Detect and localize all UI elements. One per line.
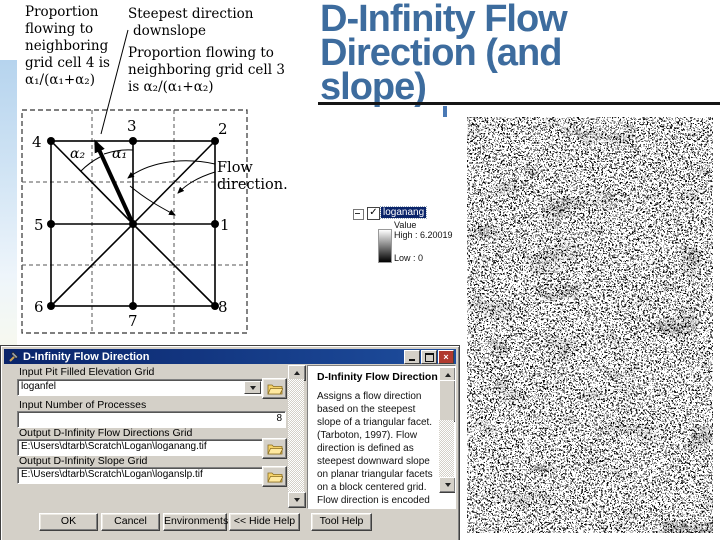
node-label-1: 1 [220,216,230,234]
node-label-6: 6 [34,298,44,316]
flowdir-grid-input[interactable]: E:\Users\dtarb\Scratch\Logan\loganang.ti… [17,439,263,456]
grayscale-color-ramp [378,229,392,263]
expander-minus-icon[interactable] [353,209,364,220]
svg-text:neighboring grid cell 3: neighboring grid cell 3 [128,62,285,78]
field-label-processes: Input Number of Processes [19,399,147,411]
folder-icon [266,444,283,455]
arrow-down-icon [444,483,451,487]
layer-checkbox[interactable]: ✓ [367,207,380,220]
dinf-diagram: Proportion flowing to neighboring grid c… [21,4,288,334]
scrollbar-track[interactable] [288,379,304,492]
help-text: Assigns a flow direction based on the st… [317,391,433,506]
tool-hammer-icon [9,351,19,362]
close-icon: × [443,351,449,362]
flow-direction-label: Flow [217,160,253,176]
close-button[interactable]: × [438,350,454,364]
layer-name[interactable]: loganang [379,206,428,219]
arrow-up-icon [294,371,300,375]
alpha1-label: α₁ [112,146,127,162]
prop-cell3-text: Proportion flowing to [128,45,274,61]
field-label-pit-filled: Input Pit Filled Elevation Grid [19,366,155,378]
node-label-3: 3 [127,117,137,135]
pit-filled-combo[interactable]: loganfel [17,379,263,396]
browse-button-flowdir[interactable] [262,438,287,459]
combo-dropdown-button[interactable] [244,381,261,394]
dialog-title: D-Infinity Flow Direction [23,350,150,363]
form-scrollbar[interactable] [288,365,306,508]
blue-artifact [443,106,447,117]
page-title-line: slope) [320,66,427,108]
slope-grid-value: E:\Users\dtarb\Scratch\Logan\loganslp.ti… [21,469,203,480]
cancel-button[interactable]: Cancel [101,513,160,531]
environments-button[interactable]: Environments... [163,513,237,531]
svg-text:downslope: downslope [133,23,206,39]
pit-filled-value: loganfel [21,381,57,392]
geoprocessing-dialog: D-Infinity Flow Direction × Input Pit Fi… [0,345,460,540]
arrow-up-icon [444,373,451,377]
check-icon: ✓ [369,207,378,218]
title-underline [318,102,720,105]
legend-value-label: Value [394,220,417,230]
folder-icon [266,384,283,395]
page-title-line: Direction (and [320,32,562,74]
ok-button[interactable]: OK [39,513,98,531]
maximize-icon [424,352,434,362]
browse-button-input[interactable] [262,378,287,399]
maximize-button[interactable] [421,350,437,364]
chevron-down-icon [249,385,256,390]
legend-low-value: Low : 0 [394,253,424,263]
alpha2-label: α₂ [70,146,85,162]
page-title-line: D-Infinity Flow [320,0,568,40]
processes-value: 8 [276,413,282,424]
svg-text:is α₂/(α₁+α₂): is α₂/(α₁+α₂) [128,79,214,95]
help-scrollbar[interactable] [439,367,455,493]
slide: D-Infinity Flow Direction (and slope) Pr… [0,0,720,540]
dialog-titlebar[interactable]: D-Infinity Flow Direction × [4,349,456,364]
node-label-7: 7 [128,312,138,330]
help-heading: D-Infinity Flow Direction [317,371,438,383]
steepest-direction-text: Steepest direction [128,6,254,22]
svg-text:neighboring: neighboring [25,38,109,54]
node-label-5: 5 [34,216,44,234]
node-label-8: 8 [218,298,228,316]
flowdir-grid-value: E:\Users\dtarb\Scratch\Logan\loganang.ti… [21,441,207,452]
scroll-down-button[interactable] [439,477,455,493]
prop-cell4-text: Proportion [25,4,99,20]
svg-text:grid cell 4 is: grid cell 4 is [25,55,110,71]
folder-icon [266,472,283,483]
page-title: D-Infinity Flow Direction (and slope) [320,0,720,108]
browse-button-slope[interactable] [262,466,287,487]
hide-help-button[interactable]: << Hide Help [229,513,300,531]
field-label-slope-grid: Output D-Infinity Slope Grid [19,455,148,467]
svg-text:direction.: direction. [217,177,288,193]
tool-help-button[interactable]: Tool Help [311,513,372,531]
arrow-down-icon [294,498,300,502]
node-label-2: 2 [218,120,228,138]
node-label-4: 4 [32,133,42,151]
help-panel: D-Infinity Flow Direction Assigns a flow… [307,365,456,509]
processes-input[interactable]: 8 [17,411,286,428]
scroll-down-button[interactable] [288,492,306,508]
legend-high-value: High : 6.20019 [394,230,453,240]
scrollbar-track[interactable] [439,420,454,478]
window-controls: × [404,350,454,364]
flow-direction-map [467,117,713,533]
minimize-button[interactable] [404,350,420,364]
scrollbar-thumb[interactable] [439,380,455,422]
svg-text:flowing to: flowing to [25,21,93,37]
slope-grid-input[interactable]: E:\Users\dtarb\Scratch\Logan\loganslp.ti… [17,467,263,484]
minimize-icon [409,359,415,361]
field-label-flowdir-grid: Output D-Infinity Flow Directions Grid [19,427,193,439]
svg-text:α₁/(α₁+α₂): α₁/(α₁+α₂) [25,72,95,88]
